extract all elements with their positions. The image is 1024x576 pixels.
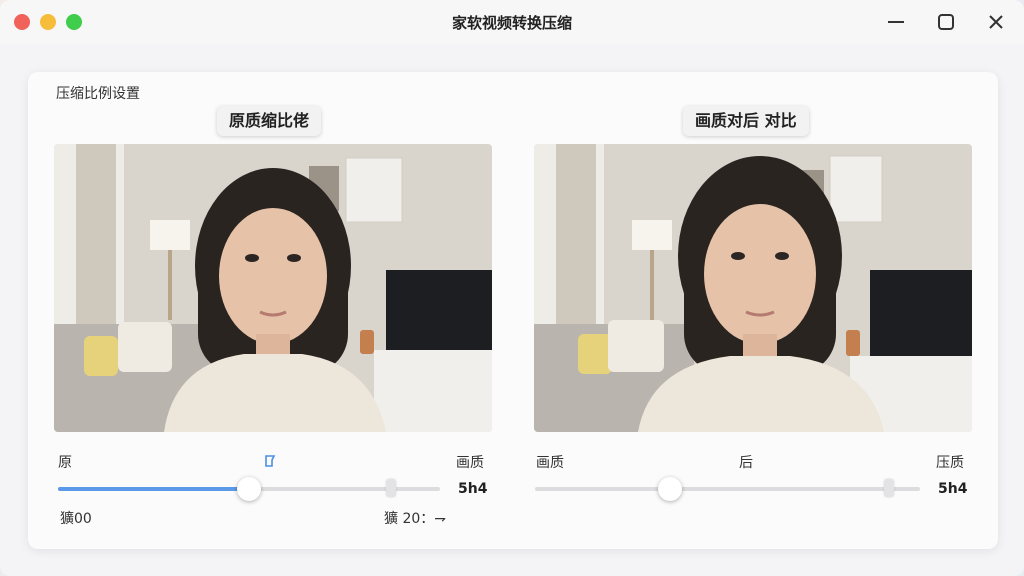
original-quality-pill: 原质缩比佬 — [217, 106, 322, 136]
title-bar: 家软视频转换压缩 — [0, 0, 1024, 44]
app-window: 家软视频转换压缩 压缩比例设置 原质缩比佬 画质对后 对比 原 画质 5h4 獷… — [0, 0, 1024, 576]
minimize-icon[interactable] — [884, 10, 908, 34]
maximize-icon[interactable] — [934, 10, 958, 34]
compression-settings-panel: 压缩比例设置 原质缩比佬 画质对后 对比 原 画质 5h4 獷00 獷 20：⇁… — [28, 72, 998, 549]
left-max-caption: 獷 20：⇁ — [384, 511, 446, 527]
left-value: 5h4 — [458, 481, 488, 497]
original-label: 原 — [58, 455, 72, 471]
right-slider-track[interactable] — [535, 487, 920, 491]
right-slider-knob[interactable] — [657, 477, 682, 501]
compressed-preview-image — [534, 144, 972, 432]
right-quality-label: 画质 — [536, 455, 564, 471]
edit-icon[interactable] — [264, 453, 278, 467]
left-slider-knob[interactable] — [237, 477, 261, 501]
compare-pill: 画质对后 对比 — [683, 106, 809, 136]
right-after-label: 后 — [739, 455, 753, 471]
section-label: 压缩比例设置 — [56, 86, 140, 102]
left-slider-marker[interactable] — [386, 479, 396, 497]
quality-label: 画质 — [456, 455, 484, 471]
left-min-caption: 獷00 — [60, 511, 92, 527]
right-value: 5h4 — [938, 481, 968, 497]
close-icon[interactable] — [984, 10, 1008, 34]
right-compressed-label: 压质 — [936, 455, 964, 471]
window-title: 家软视频转换压缩 — [451, 14, 572, 32]
left-slider-fill — [58, 487, 249, 491]
original-preview-image — [54, 144, 492, 432]
right-slider-marker[interactable] — [884, 479, 894, 497]
